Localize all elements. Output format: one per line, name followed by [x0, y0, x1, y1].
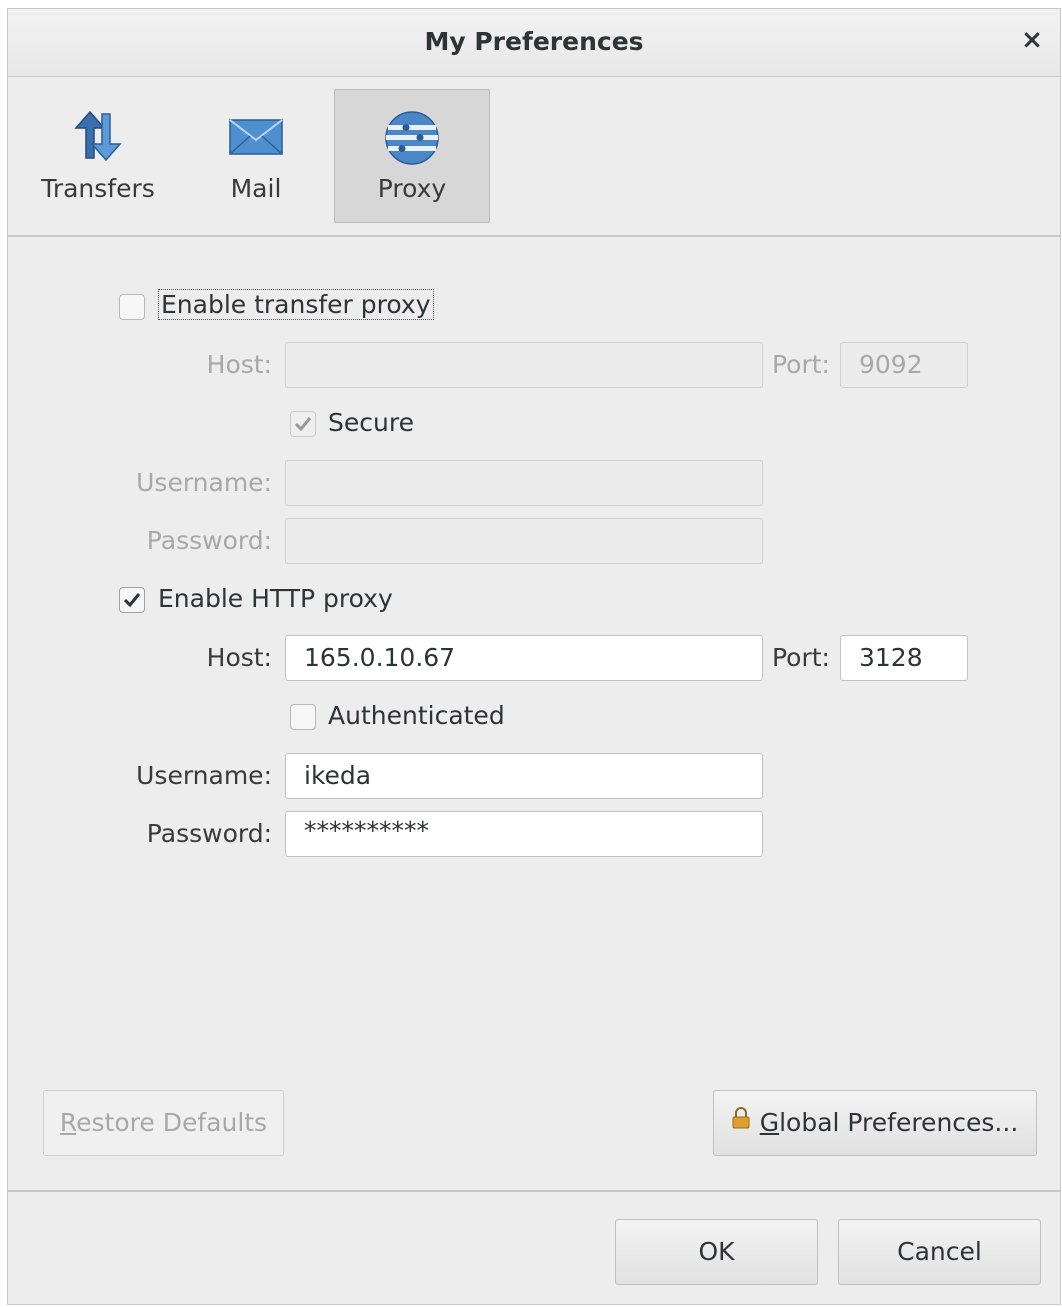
http-password-field[interactable]: **********: [285, 811, 763, 857]
transfer-password-field[interactable]: [285, 518, 763, 564]
tab-mail[interactable]: Mail: [178, 89, 334, 223]
lock-icon: [732, 1089, 750, 1153]
secure-label: Secure: [328, 408, 414, 437]
close-icon[interactable]: ×: [1018, 26, 1046, 54]
ok-button[interactable]: OK: [615, 1219, 818, 1285]
enable-transfer-proxy-label: Enable transfer proxy: [158, 289, 434, 320]
transfers-icon: [70, 108, 126, 168]
http-username-label: Username:: [136, 761, 272, 790]
transfer-password-label: Password:: [146, 526, 272, 555]
enable-http-proxy-label: Enable HTTP proxy: [158, 584, 393, 613]
tab-proxy-label: Proxy: [377, 174, 447, 203]
window-title: My Preferences: [424, 27, 644, 56]
http-username-field[interactable]: ikeda: [285, 753, 763, 799]
restore-defaults-button[interactable]: Restore Defaults: [43, 1090, 284, 1156]
http-password-label: Password:: [146, 819, 272, 848]
cancel-button[interactable]: Cancel: [838, 1219, 1041, 1285]
transfer-host-field[interactable]: [285, 342, 763, 388]
enable-transfer-proxy-checkbox[interactable]: [119, 294, 145, 320]
authenticated-checkbox[interactable]: [290, 704, 316, 730]
tab-mail-label: Mail: [230, 174, 282, 203]
checkmark-icon: [294, 417, 312, 432]
tab-transfers-label: Transfers: [41, 174, 155, 203]
http-host-field[interactable]: 165.0.10.67: [285, 635, 763, 681]
transfer-username-field[interactable]: [285, 460, 763, 506]
secure-checkbox[interactable]: [290, 411, 316, 437]
http-port-label: Port:: [772, 643, 830, 672]
title-bar: My Preferences ×: [8, 9, 1060, 77]
transfer-port-field[interactable]: 9092: [840, 342, 968, 388]
tab-transfers[interactable]: Transfers: [20, 89, 176, 223]
global-preferences-button[interactable]: Global Preferences...: [713, 1090, 1037, 1156]
transfer-username-label: Username:: [136, 468, 272, 497]
proxy-icon: [382, 108, 442, 172]
tab-proxy[interactable]: Proxy: [334, 89, 490, 223]
preferences-dialog: My Preferences × Transfers Mail Proxy En…: [7, 8, 1061, 1305]
separator: [8, 1190, 1060, 1192]
authenticated-label: Authenticated: [328, 701, 505, 730]
http-port-field[interactable]: 3128: [840, 635, 968, 681]
global-preferences-label: Global Preferences...: [759, 1108, 1019, 1137]
http-host-label: Host:: [206, 643, 272, 672]
preferences-toolbar: Transfers Mail Proxy: [8, 77, 1060, 237]
transfer-port-label: Port:: [772, 350, 830, 379]
transfer-host-label: Host:: [206, 350, 272, 379]
checkmark-icon: [123, 593, 141, 608]
enable-http-proxy-checkbox[interactable]: [119, 587, 145, 613]
mail-icon: [226, 108, 286, 168]
